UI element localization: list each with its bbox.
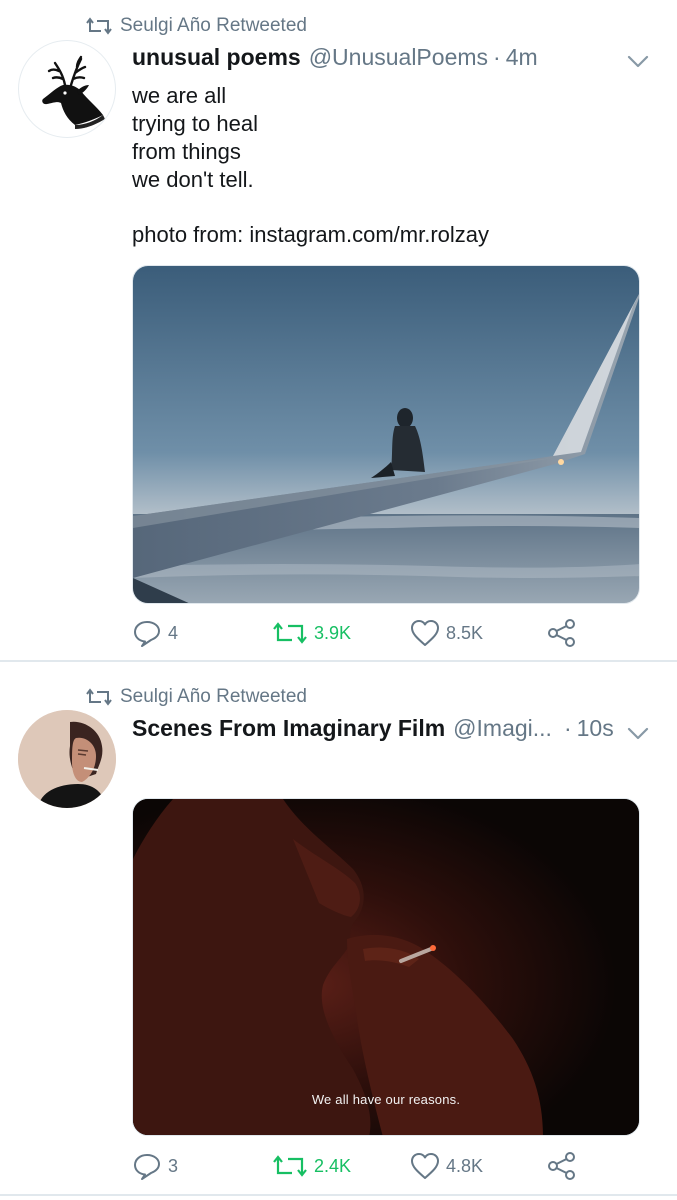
retweet-icon: [273, 1155, 307, 1177]
timestamp[interactable]: 4m: [506, 44, 538, 71]
tweet-actions: 3 2.4K 4.8K: [132, 1150, 632, 1182]
tweet-card[interactable]: Seulgi Año Retweeted unusual poems @Unus…: [0, 0, 677, 660]
chevron-down-icon[interactable]: [625, 48, 651, 74]
tweet-header: unusual poems @UnusualPoems · 4m: [132, 40, 538, 74]
display-name[interactable]: unusual poems: [132, 44, 301, 71]
deer-head-icon: [42, 55, 105, 129]
share-button[interactable]: [546, 1150, 584, 1182]
like-count: 8.5K: [446, 622, 484, 643]
reply-count: 3: [168, 1155, 179, 1176]
display-name[interactable]: Scenes From Imaginary Film: [132, 715, 445, 742]
heart-icon: [411, 620, 439, 646]
share-button[interactable]: [546, 617, 584, 649]
retweeted-by-label: Seulgi Año Retweeted: [120, 686, 307, 707]
tweet-video-still[interactable]: We all have our reasons.: [132, 798, 640, 1136]
avatar[interactable]: [18, 40, 116, 138]
retweeted-by-label: Seulgi Año Retweeted: [120, 15, 307, 36]
retweet-icon: [86, 688, 112, 706]
share-icon: [548, 1152, 575, 1180]
heart-icon: [411, 1153, 439, 1179]
tweet-card[interactable]: Seulgi Año Retweeted Scenes From Imagina…: [0, 662, 677, 1194]
retweet-icon: [273, 622, 307, 644]
reply-icon: [134, 1154, 160, 1180]
separator-dot: ·: [493, 43, 501, 70]
like-button[interactable]: 4.8K: [410, 1150, 483, 1182]
tweet-text-line: we are all: [132, 83, 227, 108]
tweet-divider: [0, 1194, 677, 1196]
reply-icon: [134, 621, 160, 647]
user-handle[interactable]: @Imagi...: [453, 715, 552, 742]
tweet-photo[interactable]: [132, 265, 640, 604]
video-subtitle: We all have our reasons.: [311, 1092, 461, 1107]
tweet-text-blank-line: [132, 194, 489, 221]
tweet-text-line: we don't tell.: [132, 167, 254, 192]
tweet-text-line: from things: [132, 139, 241, 164]
retweet-button[interactable]: 2.4K: [272, 1150, 351, 1182]
reply-count: 4: [168, 622, 179, 643]
user-handle[interactable]: @UnusualPoems: [309, 44, 488, 71]
timestamp[interactable]: 10s: [577, 715, 614, 742]
share-icon: [548, 619, 575, 647]
retweet-context: Seulgi Año Retweeted: [86, 683, 307, 711]
reply-button[interactable]: 3: [132, 1150, 178, 1182]
avatar[interactable]: [18, 710, 116, 808]
retweet-count: 3.9K: [314, 622, 352, 643]
retweet-context: Seulgi Año Retweeted: [86, 12, 307, 40]
film-scene-photo: [133, 799, 639, 1135]
tweet-text-line: photo from: instagram.com/mr.rolzay: [132, 222, 490, 247]
like-button[interactable]: 8.5K: [410, 617, 483, 649]
retweet-count: 2.4K: [314, 1155, 352, 1176]
retweet-icon: [86, 17, 112, 35]
separator-dot: ·: [563, 714, 572, 741]
reply-button[interactable]: 4: [132, 617, 178, 649]
tweet-actions: 4 3.9K 8.5K: [132, 617, 632, 649]
person-smoking-avatar: [18, 710, 116, 808]
retweet-button[interactable]: 3.9K: [272, 617, 351, 649]
tweet-header: Scenes From Imaginary Film @Imagi... · 1…: [132, 711, 614, 745]
tweet-text: we are all trying to heal from things we…: [132, 82, 489, 249]
tweet-text-line: trying to heal: [132, 111, 258, 136]
airplane-wing-photo: [133, 266, 639, 603]
like-count: 4.8K: [446, 1155, 484, 1176]
chevron-down-icon[interactable]: [625, 720, 651, 746]
